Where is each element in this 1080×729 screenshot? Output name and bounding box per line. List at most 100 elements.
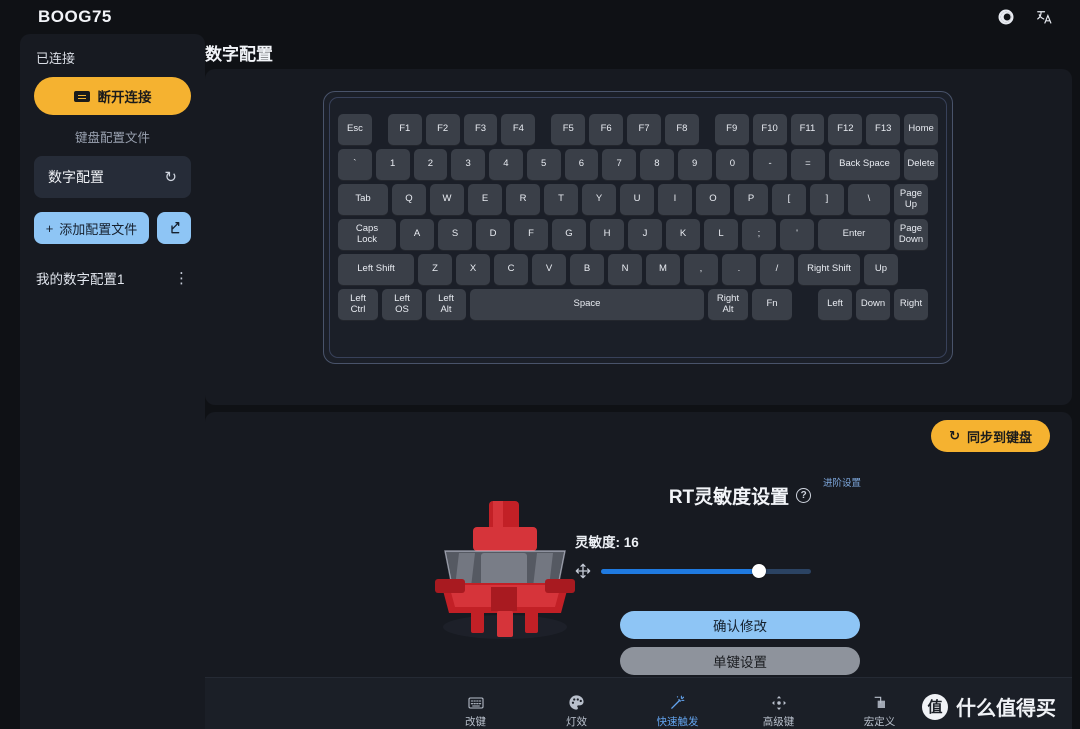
confirm-button[interactable]: 确认修改 [620, 611, 860, 639]
import-icon[interactable] [157, 212, 191, 244]
key-r[interactable]: R [506, 184, 540, 215]
key-left-shift[interactable]: Left Shift [338, 254, 414, 285]
key-j[interactable]: J [628, 219, 662, 250]
key-left-os[interactable]: Left OS [382, 289, 422, 320]
key-x[interactable]: X [456, 254, 490, 285]
key-f6[interactable]: F6 [589, 114, 624, 145]
key-m[interactable]: M [646, 254, 680, 285]
key-left-ctrl[interactable]: Left Ctrl [338, 289, 378, 320]
key-s[interactable]: S [438, 219, 472, 250]
key-o[interactable]: O [696, 184, 730, 215]
translate-icon[interactable] [1034, 7, 1054, 27]
nav-item-keyboard[interactable]: 改键 [425, 694, 526, 729]
key-caps-lock[interactable]: Caps Lock [338, 219, 396, 250]
key-f4[interactable]: F4 [501, 114, 536, 145]
sidebar-item-active-profile[interactable]: 数字配置 ↻ [34, 156, 191, 198]
key-f13[interactable]: F13 [866, 114, 901, 145]
key-f3[interactable]: F3 [463, 114, 498, 145]
key-f5[interactable]: F5 [551, 114, 586, 145]
more-vertical-icon[interactable]: ⋮ [174, 269, 189, 287]
key-right[interactable]: Right [894, 289, 928, 320]
key-page-down[interactable]: Page Down [894, 219, 928, 250]
key-page-up[interactable]: Page Up [894, 184, 928, 215]
key-.[interactable]: . [722, 254, 756, 285]
key-f9[interactable]: F9 [714, 114, 749, 145]
key-[[interactable]: [ [772, 184, 806, 215]
key-p[interactable]: P [734, 184, 768, 215]
nav-item-palette[interactable]: 灯效 [526, 694, 627, 729]
key-e[interactable]: E [468, 184, 502, 215]
sync-to-keyboard-button[interactable]: ↻ 同步到键盘 [931, 420, 1050, 452]
help-circle-icon[interactable]: ? [796, 488, 812, 503]
key-w[interactable]: W [430, 184, 464, 215]
key-f11[interactable]: F11 [790, 114, 825, 145]
nav-item-magic-wand[interactable]: 快速触发 [627, 694, 728, 729]
key-0[interactable]: 0 [715, 149, 750, 180]
key-2[interactable]: 2 [413, 149, 448, 180]
key-fn[interactable]: Fn [752, 289, 792, 320]
key-down[interactable]: Down [856, 289, 890, 320]
key-3[interactable]: 3 [451, 149, 485, 180]
key-z[interactable]: Z [418, 254, 452, 285]
key-g[interactable]: G [552, 219, 586, 250]
key-v[interactable]: V [532, 254, 566, 285]
key-k[interactable]: K [666, 219, 700, 250]
key-7[interactable]: 7 [602, 149, 636, 180]
move-icon[interactable] [575, 563, 591, 579]
key-f7[interactable]: F7 [627, 114, 661, 145]
key-`[interactable]: ` [338, 149, 372, 180]
key-space[interactable]: Space [470, 289, 704, 320]
key-i[interactable]: I [658, 184, 692, 215]
key-8[interactable]: 8 [640, 149, 674, 180]
key-h[interactable]: H [590, 219, 624, 250]
key-u[interactable]: U [620, 184, 654, 215]
key-left-alt[interactable]: Left Alt [426, 289, 466, 320]
sensitivity-slider[interactable] [601, 564, 811, 578]
refresh-icon[interactable]: ↻ [164, 168, 177, 186]
key-6[interactable]: 6 [564, 149, 599, 180]
key-t[interactable]: T [544, 184, 578, 215]
key-f12[interactable]: F12 [828, 114, 863, 145]
key-'[interactable]: ' [780, 219, 814, 250]
key-][interactable]: ] [810, 184, 844, 215]
key-9[interactable]: 9 [677, 149, 712, 180]
disconnect-button[interactable]: 断开连接 [34, 77, 191, 115]
nav-item-arrows[interactable]: 高级键 [728, 694, 829, 729]
key-=[interactable]: = [791, 149, 825, 180]
add-profile-button[interactable]: + 添加配置文件 [34, 212, 149, 244]
key-back-space[interactable]: Back Space [828, 149, 901, 180]
key-l[interactable]: L [704, 219, 738, 250]
list-item[interactable]: 我的数字配置1 ⋮ [34, 264, 191, 292]
key-right-shift[interactable]: Right Shift [798, 254, 860, 285]
slider-knob[interactable] [751, 564, 766, 578]
key-f2[interactable]: F2 [425, 114, 460, 145]
key-f10[interactable]: F10 [752, 114, 787, 145]
key-c[interactable]: C [494, 254, 528, 285]
key-f[interactable]: F [514, 219, 548, 250]
key-right-alt[interactable]: Right Alt [708, 289, 748, 320]
key-tab[interactable]: Tab [338, 184, 388, 215]
single-key-settings-button[interactable]: 单键设置 [620, 647, 860, 675]
key-d[interactable]: D [476, 219, 510, 250]
key-\[interactable]: \ [848, 184, 890, 215]
key-/[interactable]: / [760, 254, 794, 285]
key-f8[interactable]: F8 [664, 114, 699, 145]
key-enter[interactable]: Enter [818, 219, 890, 250]
key--[interactable]: - [753, 149, 787, 180]
nav-item-layers[interactable]: 宏定义 [829, 694, 930, 729]
key-y[interactable]: Y [582, 184, 616, 215]
key-a[interactable]: A [400, 219, 434, 250]
key-;[interactable]: ; [742, 219, 776, 250]
key-esc[interactable]: Esc [338, 114, 372, 145]
key-f1[interactable]: F1 [387, 114, 422, 145]
key-q[interactable]: Q [392, 184, 426, 215]
dark-mode-icon[interactable] [996, 7, 1016, 27]
key-4[interactable]: 4 [489, 149, 523, 180]
key-1[interactable]: 1 [375, 149, 410, 180]
key-b[interactable]: B [570, 254, 604, 285]
key-delete[interactable]: Delete [904, 149, 938, 180]
key-left[interactable]: Left [818, 289, 852, 320]
key-home[interactable]: Home [904, 114, 939, 145]
key-up[interactable]: Up [864, 254, 898, 285]
key-n[interactable]: N [608, 254, 642, 285]
